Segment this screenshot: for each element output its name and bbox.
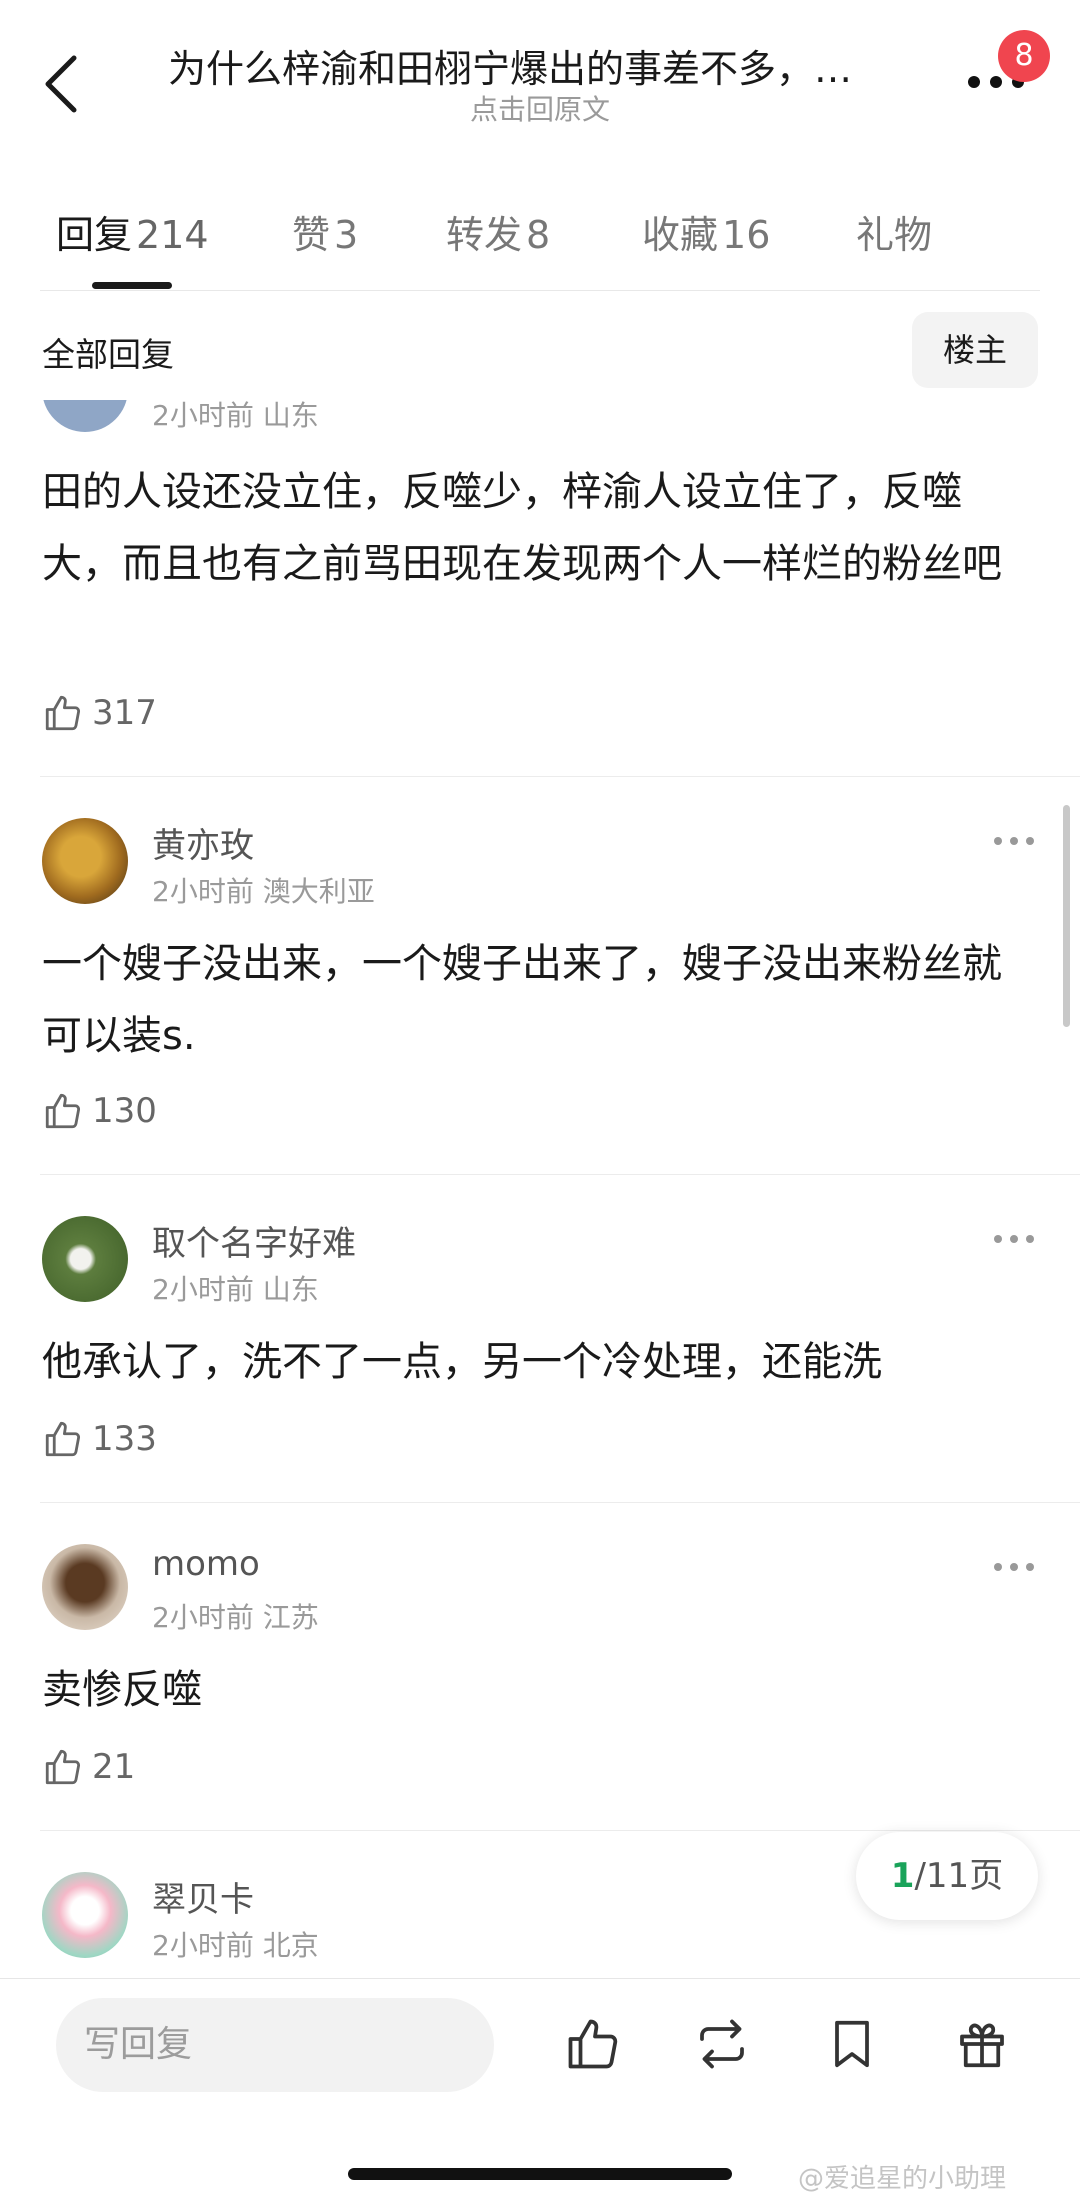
reply-input[interactable]: 写回复 <box>56 1998 494 2092</box>
comment-text[interactable]: 一个嫂子没出来，一个嫂子出来了，嫂子没出来粉丝就可以装s. <box>42 928 1022 1072</box>
like-count: 317 <box>92 693 157 733</box>
like-button[interactable]: 133 <box>42 1414 157 1464</box>
watermark: @爱追星的小助理 <box>798 2164 1007 2194</box>
like-count: 133 <box>92 1419 157 1459</box>
repost-icon[interactable] <box>692 2012 752 2076</box>
avatar[interactable] <box>42 1544 128 1630</box>
total-pages: /11页 <box>914 1856 1004 1896</box>
like-count: 130 <box>92 1091 157 1131</box>
home-indicator[interactable] <box>348 2168 732 2180</box>
notification-badge[interactable]: 8 <box>998 30 1050 82</box>
comment-text[interactable]: 田的人设还没立住，反噬少，梓渝人设立住了，反噬大，而且也有之前骂田现在发现两个人… <box>42 456 1022 600</box>
gift-icon[interactable] <box>952 2012 1012 2076</box>
avatar[interactable] <box>42 818 128 904</box>
like-icon[interactable] <box>563 2012 623 2076</box>
avatar[interactable] <box>42 1872 128 1958</box>
bookmark-icon[interactable] <box>822 2012 882 2076</box>
username[interactable]: momo <box>152 1544 260 1584</box>
divider <box>40 290 1040 291</box>
all-replies-label[interactable]: 全部回复 <box>42 328 174 376</box>
comment-meta: 2小时前 山东 <box>152 1273 319 1306</box>
comment-meta: 2小时前 澳大利亚 <box>152 875 375 908</box>
like-count: 21 <box>92 1747 136 1787</box>
like-button[interactable]: 130 <box>42 1086 157 1136</box>
comment-more-icon[interactable] <box>992 1560 1036 1574</box>
username[interactable]: 黄亦玫 <box>152 818 254 867</box>
back-to-original-link[interactable]: 点击回原文 <box>0 88 1080 128</box>
tab-gifts[interactable]: 礼物 <box>856 204 932 259</box>
like-icon <box>45 1421 81 1457</box>
comment-text[interactable]: 他承认了，洗不了一点，另一个冷处理，还能洗 <box>42 1326 1022 1398</box>
like-button[interactable]: 317 <box>42 688 157 738</box>
scrollbar[interactable] <box>1063 805 1070 1027</box>
avatar[interactable] <box>42 400 128 432</box>
page-title[interactable]: 为什么梓渝和田栩宁爆出的事差不多，… <box>168 38 908 93</box>
divider <box>40 1502 1080 1503</box>
tab-replies[interactable]: 回复 214 <box>56 204 209 259</box>
tab-likes[interactable]: 赞3 <box>292 204 358 259</box>
username[interactable]: 翠贝卡 <box>152 1872 254 1921</box>
op-filter-button[interactable]: 楼主 <box>912 312 1038 388</box>
divider <box>40 1830 1080 1831</box>
like-button[interactable]: 21 <box>42 1742 135 1792</box>
username[interactable]: 取个名字好难 <box>152 1216 356 1265</box>
active-tab-indicator <box>92 282 172 289</box>
comment-more-icon[interactable] <box>992 1232 1036 1246</box>
current-page: 1 <box>890 1856 915 1896</box>
divider <box>40 1174 1080 1175</box>
avatar[interactable] <box>42 1216 128 1302</box>
tab-favorites[interactable]: 收藏 16 <box>642 204 770 259</box>
like-icon <box>45 695 81 731</box>
like-icon <box>45 1749 81 1785</box>
divider <box>0 1978 1080 1979</box>
like-icon <box>45 1093 81 1129</box>
divider <box>40 776 1080 777</box>
comment-0-clipped-header: 2小时前 山东 <box>42 400 1042 432</box>
comment-text[interactable]: 卖惨反噬 <box>42 1654 1022 1726</box>
comment-meta: 2小时前 北京 <box>152 1929 319 1962</box>
comment-more-icon[interactable] <box>992 834 1036 848</box>
comment-meta: 2小时前 山东 <box>152 400 319 432</box>
page-indicator[interactable]: 1/11页 <box>856 1832 1038 1920</box>
tab-reposts[interactable]: 转发 8 <box>446 204 550 259</box>
comment-meta: 2小时前 江苏 <box>152 1601 319 1634</box>
